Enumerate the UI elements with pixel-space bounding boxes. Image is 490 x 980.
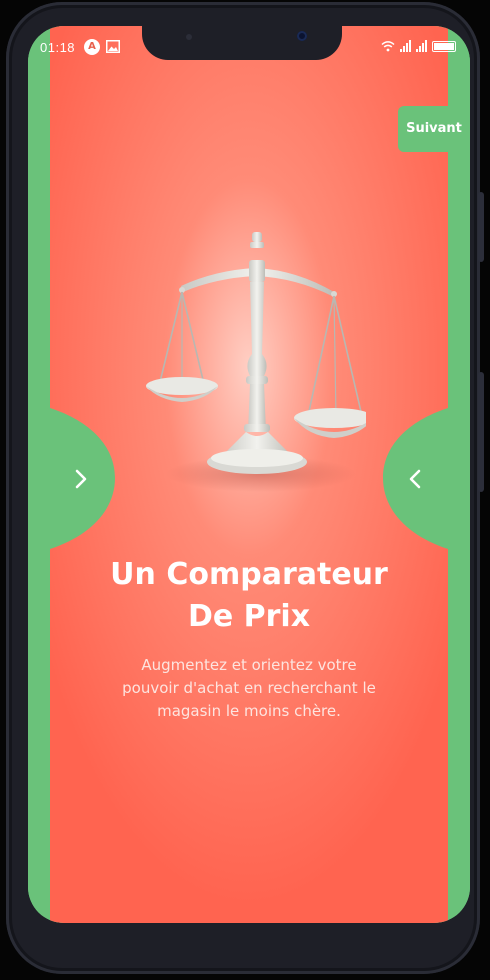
screen: 01:18 A Suivant Un Comparateur De Prix A… [28,26,470,923]
slide-description: Augmentez et orientez votre pouvoir d'ac… [98,654,400,723]
battery-icon [432,41,456,52]
power-button [478,372,484,492]
volume-button [478,192,484,262]
status-icons [381,40,456,52]
phone-frame: 01:18 A Suivant Un Comparateur De Prix A… [6,2,484,974]
skip-button[interactable]: Suivant [398,106,470,152]
image-icon [106,40,120,53]
camera-notch [142,22,342,60]
previous-slide-button[interactable] [400,464,430,494]
balance-scale-icon [146,232,366,492]
slide-title: Un Comparateur De Prix [68,554,430,638]
slide-description-line: Augmentez et orientez votre [141,656,357,674]
slide-title-line: De Prix [187,599,311,634]
next-slide-button[interactable] [66,464,96,494]
sensor-dot [186,34,192,40]
slide-description-line: magasin le moins chère. [157,702,341,720]
wifi-icon [381,41,395,52]
slide-description-line: pouvoir d'achat en recherchant le [122,679,376,697]
app-notification-icon: A [84,39,100,55]
front-camera [297,31,307,41]
signal-icon [416,40,427,52]
status-time: 01:18 [40,40,76,55]
slide-title-line: Un Comparateur [110,557,388,592]
signal-icon [400,40,411,52]
